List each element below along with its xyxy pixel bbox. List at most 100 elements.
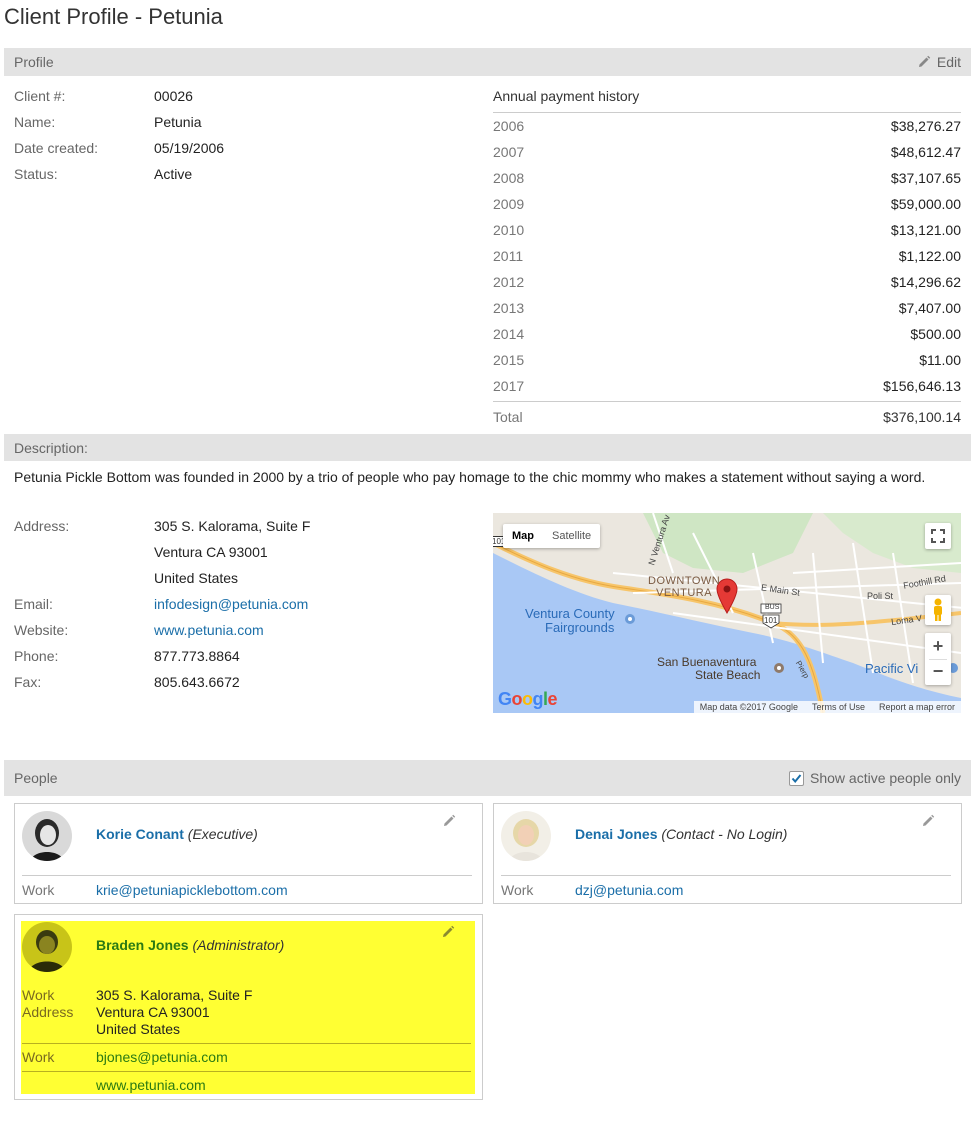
active-people-filter[interactable]: Show active people only: [789, 770, 971, 786]
payment-row: 2006 $38,276.27: [493, 113, 961, 139]
fullscreen-icon: [931, 529, 945, 543]
page-title: Client Profile - Petunia: [4, 4, 223, 29]
payment-amount: $37,107.65: [890, 170, 961, 186]
description-section-label: Description:: [14, 439, 88, 456]
avatar: [22, 922, 72, 972]
map-label-ventura: VENTURA: [656, 587, 713, 599]
status-label: Status:: [14, 166, 58, 182]
payment-amount: $48,612.47: [890, 144, 961, 160]
payment-amount: $13,121.00: [890, 222, 961, 238]
person-role: (Administrator): [192, 937, 285, 953]
payment-year: 2006: [493, 118, 525, 134]
work-email-link[interactable]: bjones@petunia.com: [96, 1049, 228, 1065]
name-value: Petunia: [154, 114, 202, 130]
payment-row: 2013 $7,407.00: [493, 295, 961, 321]
client-num-value: 00026: [154, 88, 193, 104]
map-type-satellite-button[interactable]: Satellite: [543, 524, 600, 548]
status-value: Active: [154, 166, 193, 182]
payment-amount: $156,646.13: [883, 378, 961, 394]
checkmark-icon: [791, 773, 802, 783]
map-label-beach2: State Beach: [695, 668, 761, 682]
person-name-link[interactable]: Denai Jones: [575, 826, 657, 842]
avatar: [22, 811, 72, 861]
date-created-value: 05/19/2006: [154, 140, 225, 156]
address-label: Address:: [14, 518, 70, 534]
pencil-icon[interactable]: [921, 814, 935, 828]
work-email-label: Work: [22, 882, 55, 898]
payment-row: 2014 $500.00: [493, 321, 961, 347]
person-name-line: Braden Jones (Administrator): [96, 937, 284, 953]
work-address-line3: United States: [96, 1021, 181, 1037]
person-name-link[interactable]: Braden Jones: [96, 937, 189, 953]
person-role: (Executive): [187, 826, 258, 842]
payment-row: 2007 $48,612.47: [493, 139, 961, 165]
divider: [22, 1071, 471, 1072]
map-label-poli: Poli St: [867, 591, 894, 601]
date-created-label: Date created:: [14, 140, 99, 156]
payment-amount: $11.00: [919, 352, 961, 368]
active-people-label: Show active people only: [810, 770, 961, 786]
website-label: Website:: [14, 622, 69, 638]
fullscreen-button[interactable]: [925, 523, 951, 549]
map-terms-link[interactable]: Terms of Use: [812, 702, 865, 712]
payment-row: 2017 $156,646.13: [493, 373, 961, 399]
map-report-link[interactable]: Report a map error: [879, 702, 955, 712]
divider: [22, 1043, 471, 1044]
active-people-checkbox[interactable]: [789, 770, 804, 786]
profile-section-label: Profile: [14, 54, 54, 70]
profile-section-header: Profile Edit: [4, 48, 971, 76]
location-map[interactable]: DOWNTOWN VENTURA Ventura County Fairgrou…: [493, 513, 961, 713]
work-email-link[interactable]: krie@petuniapicklebottom.com: [96, 882, 288, 898]
map-type-map-button[interactable]: Map: [503, 524, 543, 548]
payment-year: 2013: [493, 300, 525, 316]
map-label-fairgrounds2: Fairgrounds: [545, 620, 615, 635]
person-name-line: Denai Jones (Contact - No Login): [575, 826, 787, 842]
work-email-label: Work: [22, 1049, 55, 1065]
payment-rows: 2006 $38,276.27 2007 $48,612.47 2008 $37,107.…: [493, 113, 961, 399]
payment-amount: $7,407.00: [898, 300, 961, 316]
payment-year: 2010: [493, 222, 525, 238]
street-view-pegman[interactable]: [925, 595, 951, 625]
description-section-header: Description:: [4, 434, 971, 461]
avatar: [501, 811, 551, 861]
website-link[interactable]: www.petunia.com: [154, 622, 264, 638]
payment-row: 2015 $11.00: [493, 347, 961, 373]
map-label-fairgrounds1: Ventura County: [525, 606, 615, 621]
email-link[interactable]: infodesign@petunia.com: [154, 596, 308, 612]
address-line2: Ventura CA 93001: [154, 544, 268, 560]
phone-value: 877.773.8864: [154, 648, 240, 664]
map-label-pacific: Pacific Vi: [865, 661, 919, 676]
pencil-icon: [918, 55, 931, 67]
payment-year: 2007: [493, 144, 525, 160]
payment-row: 2011 $1,122.00: [493, 243, 961, 269]
pencil-icon[interactable]: [441, 925, 455, 939]
client-num-label: Client #:: [14, 88, 66, 104]
fax-label: Fax:: [14, 674, 42, 690]
payment-row: 2010 $13,121.00: [493, 217, 961, 243]
zoom-controls: + −: [925, 633, 951, 685]
person-card: Denai Jones (Contact - No Login) Work dz…: [493, 803, 962, 904]
work-email-label: Work: [501, 882, 534, 898]
payment-year: 2008: [493, 170, 525, 186]
payment-year: 2015: [493, 352, 525, 368]
person-name-line: Korie Conant (Executive): [96, 826, 258, 842]
pencil-icon[interactable]: [442, 814, 456, 828]
zoom-in-button[interactable]: +: [933, 633, 944, 659]
zoom-out-button[interactable]: −: [929, 659, 947, 685]
address-line3: United States: [154, 570, 239, 586]
work-address-label-2: Address: [22, 1004, 74, 1020]
payment-amount: $59,000.00: [890, 196, 961, 212]
payment-year: 2017: [493, 378, 525, 394]
map-label-bus: BUS: [765, 604, 780, 611]
description-text: Petunia Pickle Bottom was founded in 200…: [14, 469, 926, 485]
profile-details: Client #: 00026 Name: Petunia Date creat…: [14, 88, 484, 198]
map-label-beach1: San Buenaventura: [657, 655, 757, 669]
work-email-link[interactable]: dzj@petunia.com: [575, 882, 683, 898]
website-link[interactable]: www.petunia.com: [96, 1077, 206, 1093]
person-name-link[interactable]: Korie Conant: [96, 826, 184, 842]
phone-label: Phone:: [14, 648, 59, 664]
edit-button[interactable]: Edit: [917, 54, 971, 70]
payment-amount: $1,122.00: [898, 248, 961, 264]
people-section-header: People Show active people only: [4, 760, 971, 796]
payment-row: 2012 $14,296.62: [493, 269, 961, 295]
